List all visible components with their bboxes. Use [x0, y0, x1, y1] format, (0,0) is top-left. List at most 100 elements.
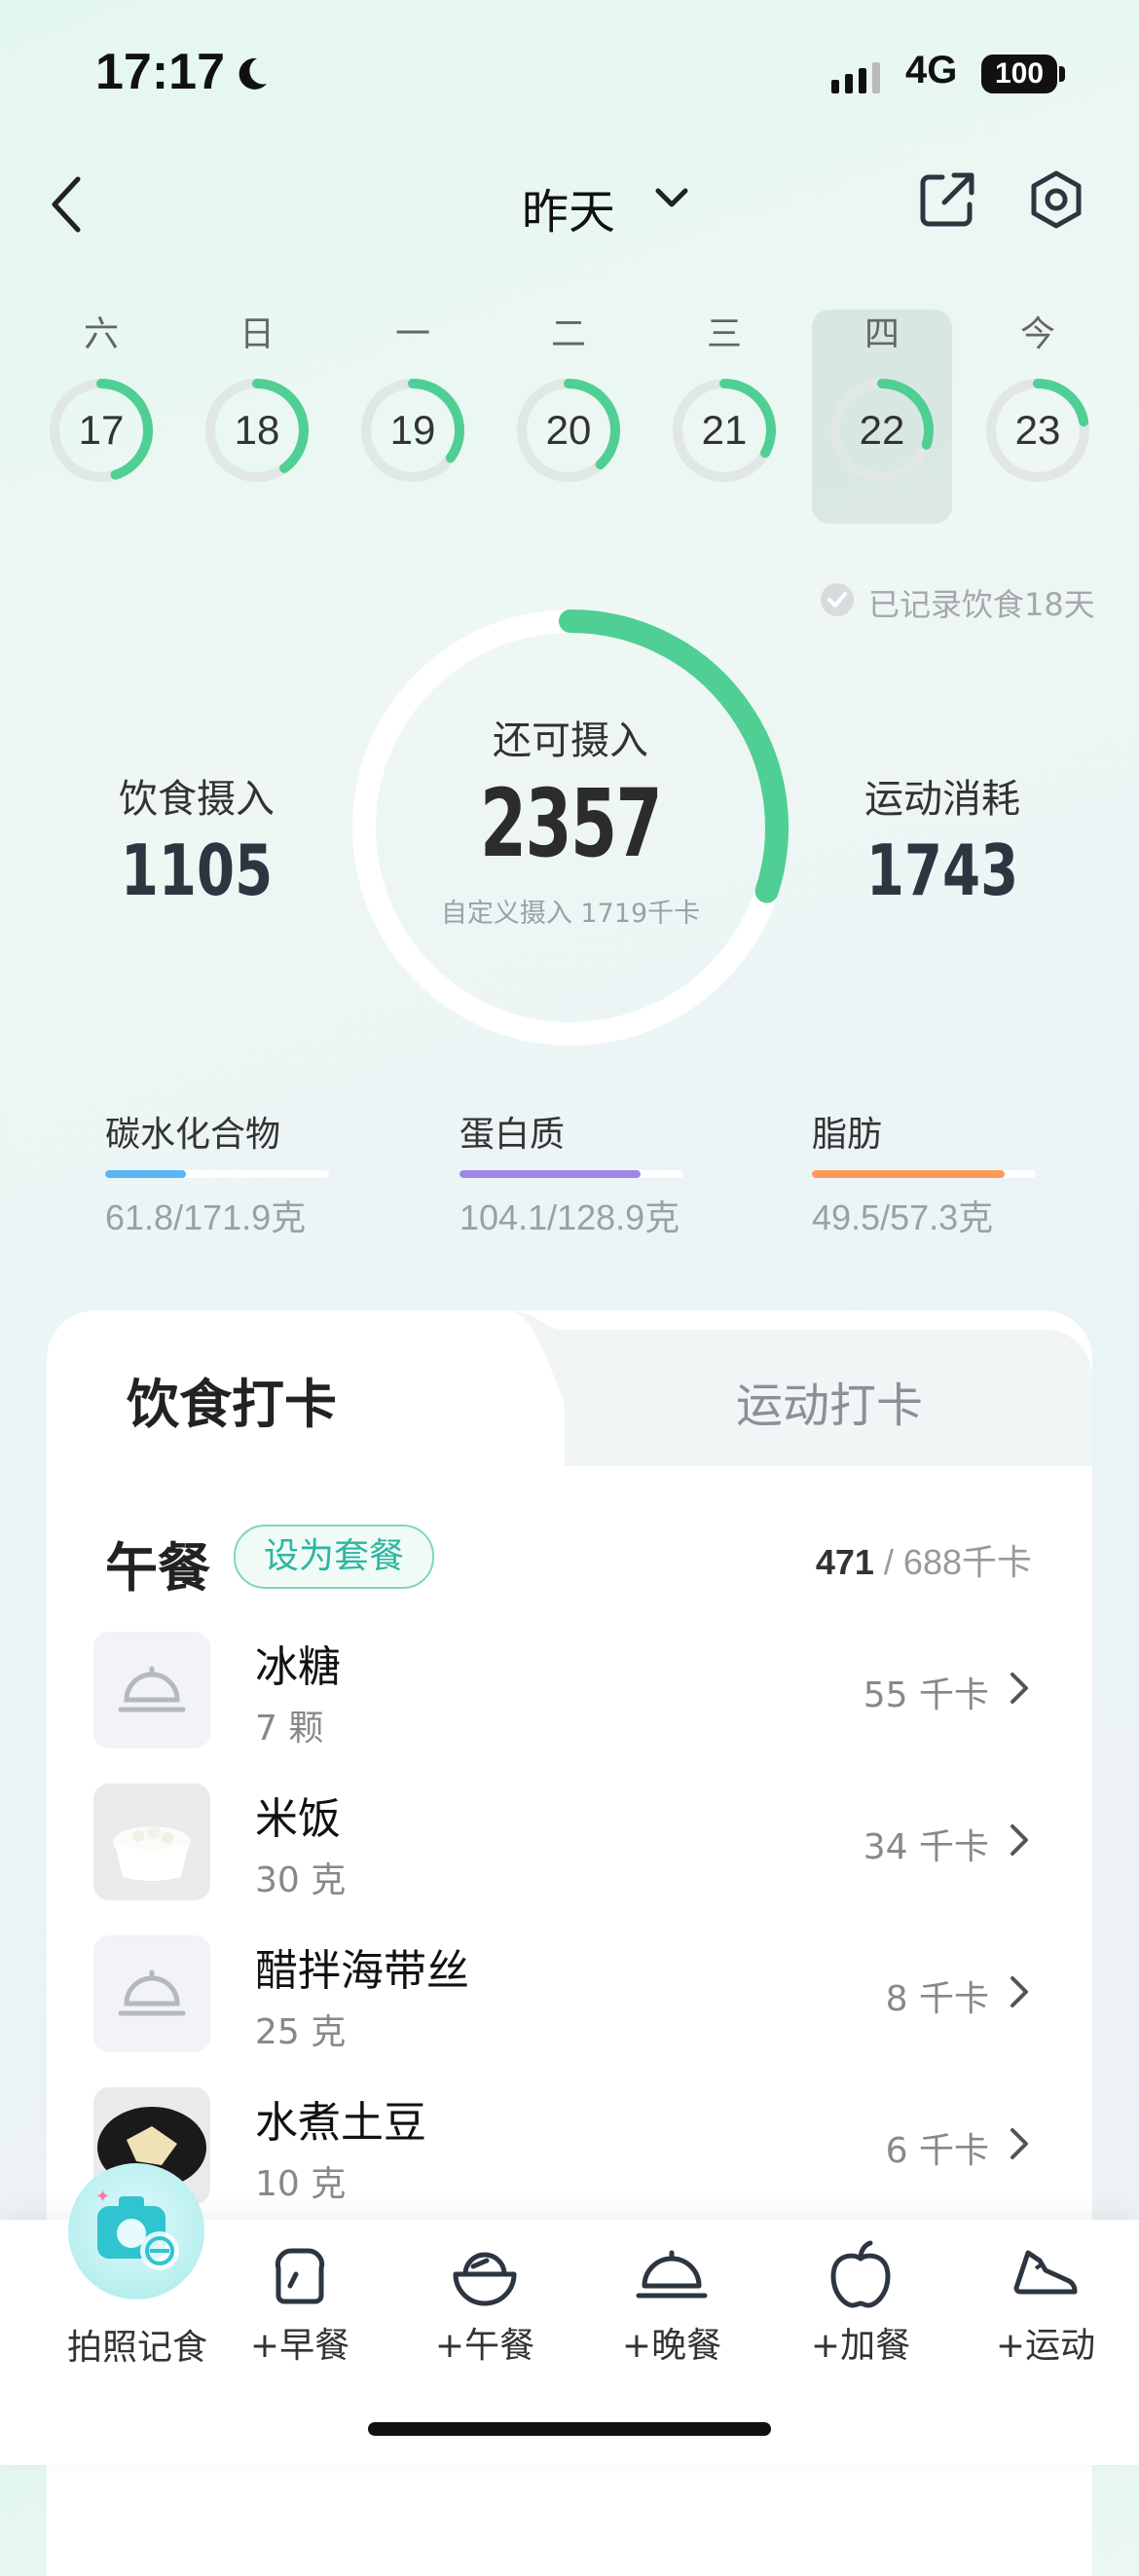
- settings-icon[interactable]: [1026, 169, 1086, 230]
- chevron-right-icon: [1010, 1673, 1028, 1704]
- exercise-label: 运动消耗: [864, 777, 1020, 822]
- add-dinner-button[interactable]: +晚餐: [604, 2235, 740, 2368]
- day-label: 三: [706, 314, 742, 354]
- day-23[interactable]: 今 23: [983, 308, 1092, 485]
- add-snack-button[interactable]: +加餐: [792, 2235, 929, 2368]
- day-label: 今: [1019, 314, 1055, 354]
- chevron-right-icon: [1010, 1976, 1028, 2007]
- meal-kcal: 471 / 688千卡: [816, 1534, 1032, 1585]
- battery-level: 100: [981, 55, 1057, 93]
- day-ring: 23: [983, 376, 1092, 485]
- rice-photo: [93, 1784, 210, 1900]
- food-kcal: 55 千卡: [863, 1675, 989, 1715]
- day-21[interactable]: 三 21: [670, 308, 779, 485]
- moon-icon: [239, 57, 267, 90]
- tab-exercise[interactable]: 运动打卡: [736, 1367, 923, 1435]
- day-label: 日: [239, 314, 275, 354]
- day-17[interactable]: 六 17: [47, 308, 156, 485]
- meal-kcal-target: 688千卡: [902, 1542, 1032, 1582]
- signal-icon: [831, 62, 880, 93]
- food-kcal: 34 千卡: [863, 1827, 989, 1867]
- battery-tip: [1059, 66, 1065, 82]
- page-title[interactable]: 昨天: [522, 173, 615, 241]
- toast-icon: [232, 2235, 368, 2313]
- tab-curve: [506, 1310, 633, 1466]
- macro-fat: 脂肪 49.5/57.3克: [812, 1106, 1036, 1240]
- intake-value: 1105: [120, 829, 274, 911]
- day-ring: 17: [47, 376, 156, 485]
- add-breakfast-label: +早餐: [249, 2326, 350, 2366]
- meal-kcal-eaten: 471: [815, 1542, 874, 1582]
- status-time: 17:17: [95, 44, 225, 100]
- add-lunch-label: +午餐: [434, 2326, 535, 2366]
- set-as-combo-button[interactable]: 设为套餐: [234, 1525, 434, 1589]
- day-label: 六: [83, 314, 119, 354]
- day-ring: 22: [827, 376, 937, 485]
- check-circle-icon: [821, 583, 854, 616]
- macro-label: 碳水化合物: [105, 1115, 281, 1155]
- day-number: 21: [701, 407, 748, 453]
- remaining-label: 还可摄入: [493, 718, 648, 763]
- day-18[interactable]: 日 18: [202, 308, 312, 485]
- add-lunch-button[interactable]: +午餐: [417, 2235, 553, 2368]
- food-name: 冰糖: [255, 1642, 341, 1692]
- dish-icon: [93, 1632, 210, 1748]
- macro-value: 49.5/57.3克: [812, 1197, 994, 1237]
- add-snack-label: +加餐: [810, 2326, 911, 2366]
- dish-icon: [93, 1935, 210, 2052]
- tab-diet[interactable]: 饮食打卡: [127, 1361, 337, 1438]
- macro-protein: 蛋白质 104.1/128.9克: [459, 1106, 683, 1240]
- photo-log-label: 拍照记食: [66, 2328, 207, 2368]
- add-exercise-label: +运动: [995, 2326, 1096, 2366]
- macro-bar-fill: [812, 1170, 1005, 1178]
- exercise-value: 1743: [865, 829, 1019, 911]
- day-22[interactable]: 四 22: [827, 308, 937, 485]
- chevron-down-icon[interactable]: [654, 187, 689, 210]
- food-item[interactable]: 冰糖 7 颗 55 千卡: [93, 1632, 1047, 1748]
- food-item[interactable]: 米饭 30 克 34 千卡: [93, 1784, 1047, 1900]
- add-exercise-button[interactable]: +运动: [977, 2235, 1114, 2368]
- macro-value: 61.8/171.9克: [105, 1197, 307, 1237]
- food-qty: 7 颗: [255, 1709, 324, 1748]
- chevron-right-icon: [1010, 1824, 1028, 1856]
- day-ring: 19: [358, 376, 467, 485]
- food-qty: 10 克: [255, 2164, 347, 2204]
- share-icon[interactable]: [917, 169, 977, 230]
- day-number: 17: [78, 407, 125, 453]
- apple-icon: [792, 2235, 929, 2313]
- camera-icon: ✦: [95, 2187, 179, 2270]
- food-item[interactable]: 水煮土豆 10 克 6 千卡: [93, 2087, 1047, 2204]
- meal-title: 午餐: [105, 1537, 210, 1599]
- day-20[interactable]: 二 20: [514, 308, 623, 485]
- remaining-value: 2357: [480, 769, 663, 878]
- svg-text:✦: ✦: [95, 2187, 110, 2207]
- food-item[interactable]: 醋拌海带丝 25 克 8 千卡: [93, 1935, 1047, 2052]
- back-icon[interactable]: [49, 175, 84, 234]
- day-ring: 21: [670, 376, 779, 485]
- home-indicator[interactable]: [368, 2422, 771, 2436]
- food-qty: 30 克: [255, 1860, 347, 1900]
- food-name: 米饭: [255, 1794, 341, 1844]
- food-name: 水煮土豆: [255, 2098, 426, 2148]
- add-breakfast-button[interactable]: +早餐: [232, 2235, 368, 2368]
- day-label: 二: [550, 314, 586, 354]
- day-19[interactable]: 一 19: [358, 308, 467, 485]
- day-number: 20: [545, 407, 592, 453]
- chevron-right-icon: [1010, 2128, 1028, 2159]
- macro-bar: [812, 1170, 1036, 1178]
- cloche-icon: [604, 2235, 740, 2313]
- add-dinner-label: +晚餐: [621, 2326, 722, 2366]
- macro-carbs: 碳水化合物 61.8/171.9克: [105, 1106, 329, 1240]
- day-ring: 18: [202, 376, 312, 485]
- day-number: 18: [234, 407, 280, 453]
- food-qty: 25 克: [255, 2012, 347, 2052]
- day-label: 一: [394, 314, 430, 354]
- macro-bar-fill: [459, 1170, 642, 1178]
- photo-log-button[interactable]: ✦: [68, 2163, 204, 2300]
- day-number: 19: [389, 407, 436, 453]
- day-label: 四: [863, 314, 900, 354]
- macro-bar: [459, 1170, 683, 1178]
- macro-label: 脂肪: [812, 1115, 883, 1155]
- custom-intake-text: 自定义摄入 1719千卡: [440, 899, 701, 929]
- day-number: 22: [859, 407, 905, 453]
